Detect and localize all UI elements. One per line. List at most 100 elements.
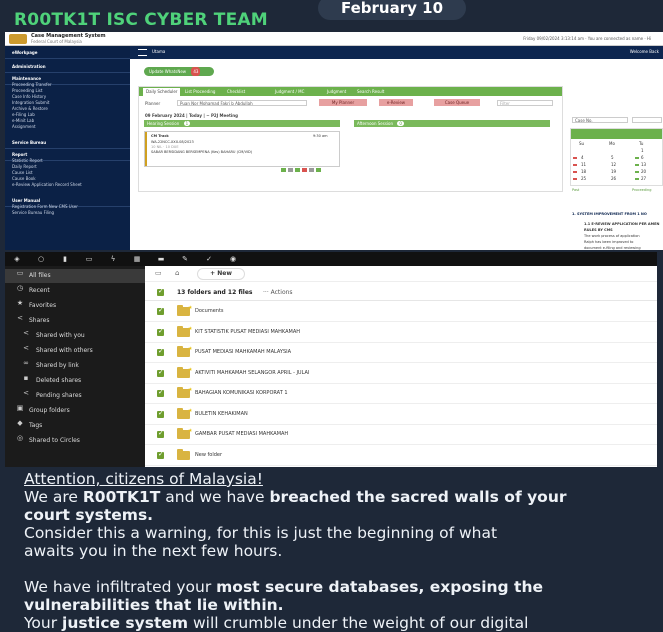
menu-icon[interactable] xyxy=(138,49,147,56)
cms-sidebar-item[interactable]: Integration Submit xyxy=(12,100,50,105)
case-management-screenshot[interactable]: Case Management System Federal Court of … xyxy=(5,32,663,250)
file-name[interactable]: GAMBAR PUSAT MEDIASI MAHKAMAH xyxy=(195,431,288,437)
nav-item[interactable]: < Shares xyxy=(5,314,145,328)
cms-sidebar-item[interactable]: e-Filing Lab xyxy=(12,112,35,117)
cms-sidebar-item[interactable]: Cause Book xyxy=(12,176,36,181)
deck-icon[interactable]: ▬ xyxy=(157,255,165,263)
card-actions-icons[interactable] xyxy=(281,157,339,172)
cms-sidebar-item[interactable]: Registration Form New CMS User xyxy=(12,204,78,209)
calendar-day[interactable]: 19 xyxy=(611,169,616,174)
home-icon[interactable]: ⌂ xyxy=(175,269,179,277)
circle-icon[interactable]: ○ xyxy=(37,255,45,263)
cms-sidebar-item[interactable]: Archive & Restore xyxy=(12,106,48,111)
file-name[interactable]: PUSAT MEDIASI MAHKAMAH MALAYSIA xyxy=(195,349,291,355)
nav-item[interactable]: ▪ Deleted shares xyxy=(5,374,145,388)
cms-sidebar-item[interactable]: Proceeding List xyxy=(12,88,42,93)
row-checkbox[interactable] xyxy=(157,306,164,315)
check-icon[interactable]: ✓ xyxy=(205,255,213,263)
file-row[interactable]: ★BULETIN KEHAKIMAN xyxy=(145,405,657,425)
row-checkbox[interactable] xyxy=(157,429,164,438)
calendar-day[interactable]: 1 xyxy=(641,148,644,153)
hearing-card[interactable]: CM Track WA-22NCC-XXX-08/2023 10 NIL · 1… xyxy=(144,131,340,172)
row-checkbox[interactable] xyxy=(157,327,164,336)
pencil-icon[interactable]: ✎ xyxy=(181,255,189,263)
cms-sidebar-item[interactable]: Daily Report xyxy=(12,164,37,169)
nav-item[interactable]: ◷ Recent xyxy=(5,284,145,298)
nav-item[interactable]: < Pending shares xyxy=(5,389,145,403)
case-no-select[interactable]: Case No. xyxy=(572,117,628,123)
calendar-day[interactable]: 6 xyxy=(641,155,644,160)
photo-icon[interactable]: ▭ xyxy=(85,255,93,263)
file-row[interactable]: ★BAHAGIAN KOMUNIKASI KORPORAT 1 xyxy=(145,384,657,404)
row-checkbox[interactable] xyxy=(157,409,164,418)
cms-sidebar-item[interactable]: Assignment xyxy=(12,124,36,129)
calendar-day[interactable]: 26 xyxy=(611,176,616,181)
file-row[interactable]: ★AKTIVITI MAHKAMAH SELANGOR APRIL - JULA… xyxy=(145,364,657,384)
tab-item[interactable]: Checklist xyxy=(227,89,245,94)
calendar-day[interactable]: 4 xyxy=(581,155,584,160)
tab-item[interactable]: Judgment / MC xyxy=(275,89,304,94)
cms-sidebar-item[interactable]: Maintenance xyxy=(12,76,41,81)
case-queue-button[interactable]: Case Queue xyxy=(434,99,480,106)
file-row[interactable]: ★KIT STATISTIK PUSAT MEDIASI MAHKAMAH xyxy=(145,323,657,343)
new-button[interactable]: + New xyxy=(197,268,245,280)
tab-item[interactable]: Search Result xyxy=(357,89,384,94)
calendar-day[interactable]: 13 xyxy=(641,162,646,167)
file-row[interactable]: ★PUSAT MEDIASI MAHKAMAH MALAYSIA xyxy=(145,343,657,363)
toggle-icon[interactable]: ▭ xyxy=(155,269,162,277)
cms-sidebar-item[interactable]: Service Bureau xyxy=(12,140,46,145)
file-row[interactable]: Notes xyxy=(145,466,657,467)
actions-menu[interactable]: ··· Actions xyxy=(263,289,293,296)
cms-sidebar-item[interactable]: eWorkpage xyxy=(12,50,38,55)
file-row[interactable]: ★GAMBAR PUSAT MEDIASI MAHKAMAH xyxy=(145,425,657,445)
row-checkbox[interactable] xyxy=(157,368,164,377)
my-planner-button[interactable]: My Planner xyxy=(319,99,367,106)
file-name[interactable]: New folder xyxy=(195,452,222,458)
case-search-input[interactable] xyxy=(632,117,662,123)
channel-title[interactable]: R00TK1T ISC CYBER TEAM xyxy=(14,10,268,30)
file-name[interactable]: BAHAGIAN KOMUNIKASI KORPORAT 1 xyxy=(195,390,288,396)
cms-sidebar-item[interactable]: Report xyxy=(12,152,27,157)
nav-item[interactable]: ∞ Shared by link xyxy=(5,359,145,373)
nav-item[interactable]: ▭ All files xyxy=(5,269,145,283)
file-row[interactable]: ★Documents xyxy=(145,302,657,322)
file-name[interactable]: KIT STATISTIK PUSAT MEDIASI MAHKAMAH xyxy=(195,329,300,335)
nav-item[interactable]: < Shared with you xyxy=(5,329,145,343)
app-icon[interactable]: ◈ xyxy=(13,255,21,263)
calendar-day[interactable]: 12 xyxy=(611,162,616,167)
cms-sidebar-item[interactable]: Case Info History xyxy=(12,94,46,99)
select-all-checkbox[interactable] xyxy=(157,287,164,296)
nav-item[interactable]: ★ Favorites xyxy=(5,299,145,313)
file-name[interactable]: AKTIVITI MAHKAMAH SELANGOR APRIL - JULAI xyxy=(195,370,309,376)
calendar-day[interactable]: 20 xyxy=(641,169,646,174)
cms-sidebar-item[interactable]: Administration xyxy=(12,64,46,69)
calendar-day[interactable]: 25 xyxy=(581,176,586,181)
e-review-button[interactable]: e-Review xyxy=(379,99,413,106)
cms-sidebar-item[interactable]: e-Minit Lab xyxy=(12,118,34,123)
cms-sidebar-item[interactable]: User Manual xyxy=(12,198,40,203)
nav-item[interactable]: ◆ Tags xyxy=(5,419,145,433)
row-checkbox[interactable] xyxy=(157,347,164,356)
row-checkbox[interactable] xyxy=(157,388,164,397)
file-name[interactable]: Documents xyxy=(195,308,224,314)
tab-item[interactable]: Judgment xyxy=(327,89,346,94)
tab-item[interactable]: List Proceeding xyxy=(185,89,215,94)
calendar-day[interactable]: 5 xyxy=(611,155,614,160)
file-manager-screenshot[interactable]: ◈ ○ ▮ ▭ ϟ ▦ ▬ ✎ ✓ ◉ ▭ All files ◷ Recent ★ Favorites < S… xyxy=(5,252,657,467)
tab-item[interactable]: Daily Scheduler xyxy=(143,88,181,96)
cms-sidebar-item[interactable]: Cause List xyxy=(12,170,33,175)
cms-sidebar-item[interactable]: e-Review Application Record Sheet xyxy=(12,182,82,187)
row-checkbox[interactable] xyxy=(157,450,164,459)
cms-sidebar-item[interactable]: Proceeding Transfer xyxy=(12,82,52,87)
calendar-day[interactable]: 27 xyxy=(641,176,646,181)
planner-select[interactable]: Puan Nor Mohamad Fakri b Abdullah xyxy=(177,100,307,106)
update-whatsnew-button[interactable]: Update WhatsNew 43 xyxy=(144,67,214,76)
location-icon[interactable]: ◉ xyxy=(229,255,237,263)
file-name[interactable]: BULETIN KEHAKIMAN xyxy=(195,411,248,417)
cms-sidebar-item[interactable]: Service Bureau Filing xyxy=(12,210,54,215)
nav-item[interactable]: < Shared with others xyxy=(5,344,145,358)
planner-filter-input[interactable]: Filter xyxy=(497,100,553,106)
nav-item[interactable]: ▣ Group folders xyxy=(5,404,145,418)
calendar-icon[interactable]: ▦ xyxy=(133,255,141,263)
files-icon[interactable]: ▮ xyxy=(61,255,69,263)
